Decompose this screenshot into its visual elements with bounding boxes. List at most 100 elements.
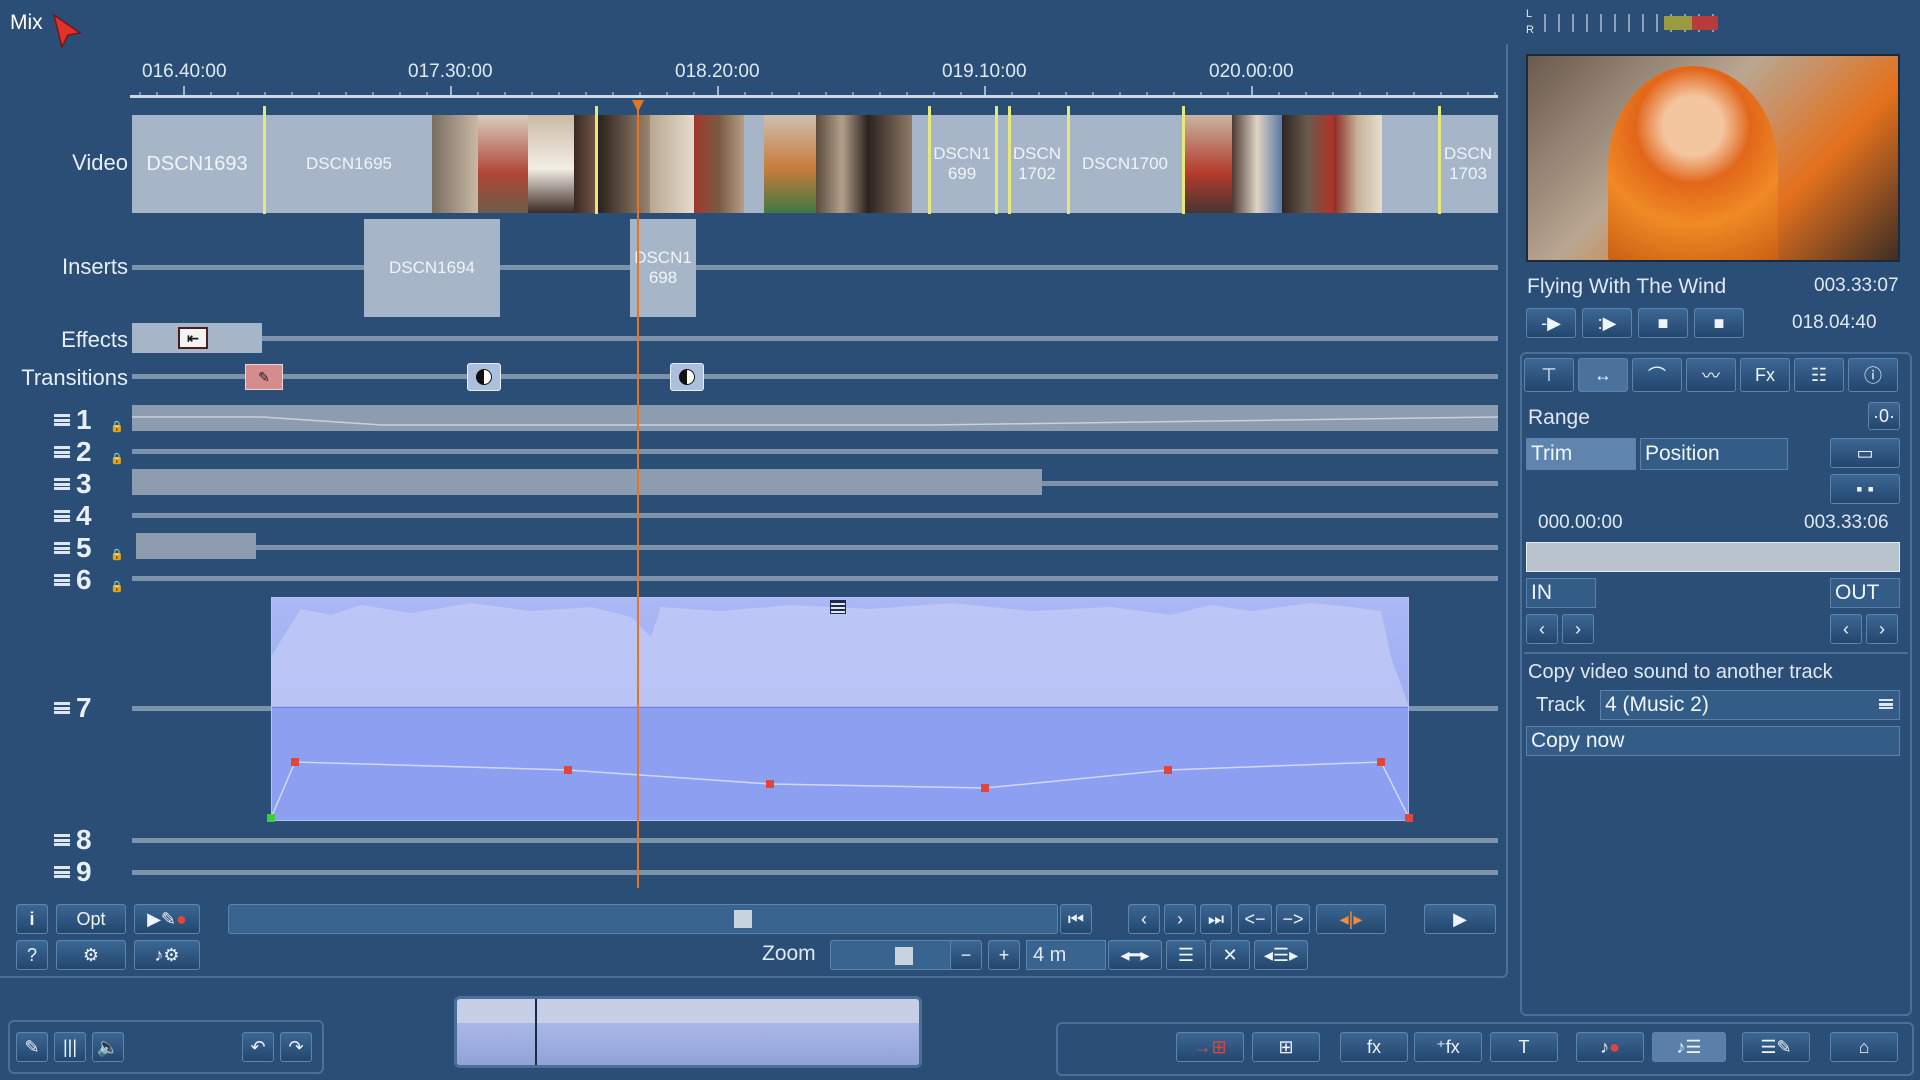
insert-clip[interactable]: DSCN1 698 <box>630 219 696 317</box>
storyboard-button[interactable]: ⊞ <box>1252 1032 1320 1062</box>
fx-clip-button[interactable]: fx <box>1340 1032 1408 1062</box>
zoom-minus-button[interactable]: − <box>950 940 982 970</box>
stop-out-button[interactable]: ■ <box>1694 308 1744 338</box>
tab-fade[interactable]: ⌒ <box>1632 358 1682 392</box>
track-menu-icon[interactable] <box>54 510 70 522</box>
audio-track-6[interactable] <box>132 576 1498 581</box>
inserts-track[interactable] <box>132 265 1498 270</box>
out-next-button[interactable]: › <box>1866 614 1898 644</box>
video-clip[interactable]: DSCN1695 <box>265 115 433 213</box>
jump-last-button[interactable]: ⏭ <box>1200 904 1232 934</box>
video-clip[interactable]: DSCN1700 <box>1068 115 1182 213</box>
timeline-scrollbar[interactable] <box>228 904 1058 934</box>
lock-icon[interactable]: 🔒 <box>110 452 124 465</box>
trim-button[interactable]: Trim <box>1526 438 1636 470</box>
in-next-button[interactable]: › <box>1562 614 1594 644</box>
play-from-button[interactable]: :▶ <box>1582 308 1632 338</box>
track-menu-icon[interactable] <box>54 702 70 714</box>
zoom-slider-thumb[interactable] <box>895 947 913 965</box>
playhead-handle[interactable] <box>632 100 644 112</box>
video-clip[interactable]: DSCN1693 <box>132 115 262 213</box>
redo-button[interactable]: ↷ <box>280 1032 312 1062</box>
transition-blocked-icon[interactable]: ✎ <box>245 364 283 390</box>
play-button[interactable]: ▶ <box>1424 904 1496 934</box>
jump-first-button[interactable]: ⏮ <box>1060 904 1092 934</box>
next-frame-button[interactable]: › <box>1164 904 1196 934</box>
range-toggle-button[interactable]: ·0· <box>1868 402 1900 430</box>
track-menu-icon[interactable] <box>54 574 70 586</box>
out-prev-button[interactable]: ‹ <box>1830 614 1862 644</box>
video-clip[interactable]: DSCN1 699 <box>931 140 993 188</box>
insert-clip-button[interactable]: →⊞ <box>1176 1032 1244 1062</box>
track-menu-icon[interactable] <box>54 834 70 846</box>
wrench-icon[interactable]: ✎ <box>16 1032 48 1062</box>
audio-track-header[interactable]: 4 <box>54 500 92 532</box>
track-menu-icon[interactable] <box>54 866 70 878</box>
zoom-collapse-button[interactable]: ✕ <box>1210 940 1250 970</box>
audio-track-3[interactable] <box>132 469 1042 495</box>
insert-clip[interactable]: DSCN1694 <box>364 219 500 317</box>
audio-track-9[interactable] <box>132 870 1498 875</box>
in-prev-button[interactable]: ‹ <box>1526 614 1558 644</box>
help-button[interactable]: ? <box>16 940 48 970</box>
tab-fx[interactable]: Fx <box>1740 358 1790 392</box>
video-clip[interactable]: DSCN 1702 <box>1006 140 1068 188</box>
fx-insert-button[interactable]: ⁺fx <box>1414 1032 1482 1062</box>
position-button[interactable]: Position <box>1640 438 1788 470</box>
audio-track-2[interactable] <box>132 449 1498 454</box>
tab-hook[interactable]: ⊤ <box>1524 358 1574 392</box>
opt-button[interactable]: Opt <box>56 904 126 934</box>
audio-track-header[interactable]: 5 <box>54 532 92 564</box>
track-menu-icon[interactable] <box>54 478 70 490</box>
play-clip-button[interactable]: -▶ <box>1526 308 1576 338</box>
zoom-value[interactable]: 4 m <box>1026 940 1106 970</box>
track-select[interactable]: 4 (Music 2) <box>1600 690 1900 720</box>
zoom-plus-button[interactable]: + <box>988 940 1020 970</box>
video-clip[interactable]: DSCN 1703 <box>1438 140 1498 188</box>
settings-button[interactable]: ⚙ <box>56 940 126 970</box>
audio-record-button[interactable]: ♪ ● <box>1576 1032 1644 1062</box>
audio-track-header[interactable]: 1 <box>54 404 92 436</box>
scrollbar-thumb[interactable] <box>734 910 752 928</box>
transitions-track[interactable] <box>132 374 1498 379</box>
tab-curve[interactable]: 〰 <box>1686 358 1736 392</box>
effect-clip[interactable]: ⇤ <box>132 323 262 353</box>
prev-cut-button[interactable]: <− <box>1238 904 1272 934</box>
audio-track-8[interactable] <box>132 838 1498 843</box>
transition-fade-icon[interactable] <box>670 363 704 391</box>
zoom-slider[interactable] <box>830 940 954 970</box>
zoom-fit-button[interactable]: ◂━▸ <box>1108 940 1162 970</box>
tab-range[interactable]: ↔ <box>1578 358 1628 392</box>
lock-icon[interactable]: 🔒 <box>110 548 124 561</box>
audio-track-header[interactable]: 9 <box>54 856 92 888</box>
full-range-button[interactable]: ▭ <box>1830 438 1900 468</box>
audio-overview[interactable] <box>454 996 922 1068</box>
zoom-center-button[interactable]: ◂☰▸ <box>1254 940 1308 970</box>
home-button[interactable]: ⌂ <box>1830 1032 1898 1062</box>
clip-menu-icon[interactable] <box>830 600 846 614</box>
prev-frame-button[interactable]: ‹ <box>1128 904 1160 934</box>
audio-track-header[interactable]: 3 <box>54 468 92 500</box>
in-button[interactable]: IN <box>1526 578 1596 608</box>
out-button[interactable]: OUT <box>1830 578 1900 608</box>
audio-track-header[interactable]: 6 <box>54 564 92 596</box>
transition-fade-icon[interactable] <box>467 363 501 391</box>
audio-track-header[interactable]: 7 <box>54 692 92 724</box>
lock-icon[interactable]: 🔒 <box>110 580 124 593</box>
next-cut-button[interactable]: −> <box>1276 904 1310 934</box>
split-range-button[interactable]: ▪ ▪ <box>1830 474 1900 504</box>
effects-track[interactable] <box>132 336 1498 341</box>
title-button[interactable]: T <box>1490 1032 1558 1062</box>
speaker-icon[interactable]: 🔈 <box>92 1032 124 1062</box>
track-menu-icon[interactable] <box>54 542 70 554</box>
volume-envelope[interactable] <box>265 752 1415 822</box>
stop-in-button[interactable]: ■ <box>1638 308 1688 338</box>
info-button[interactable]: i <box>16 904 48 934</box>
audio-track-header[interactable]: 8 <box>54 824 92 856</box>
audio-track-5-clip[interactable] <box>136 533 256 559</box>
edit-list-button[interactable]: ☰✎ <box>1742 1032 1810 1062</box>
lock-icon[interactable]: 🔒 <box>110 420 124 433</box>
columns-icon[interactable]: ||| <box>54 1032 86 1062</box>
split-button[interactable]: ◂|▸ <box>1316 904 1386 934</box>
dropdown-menu-icon[interactable] <box>1879 699 1893 709</box>
